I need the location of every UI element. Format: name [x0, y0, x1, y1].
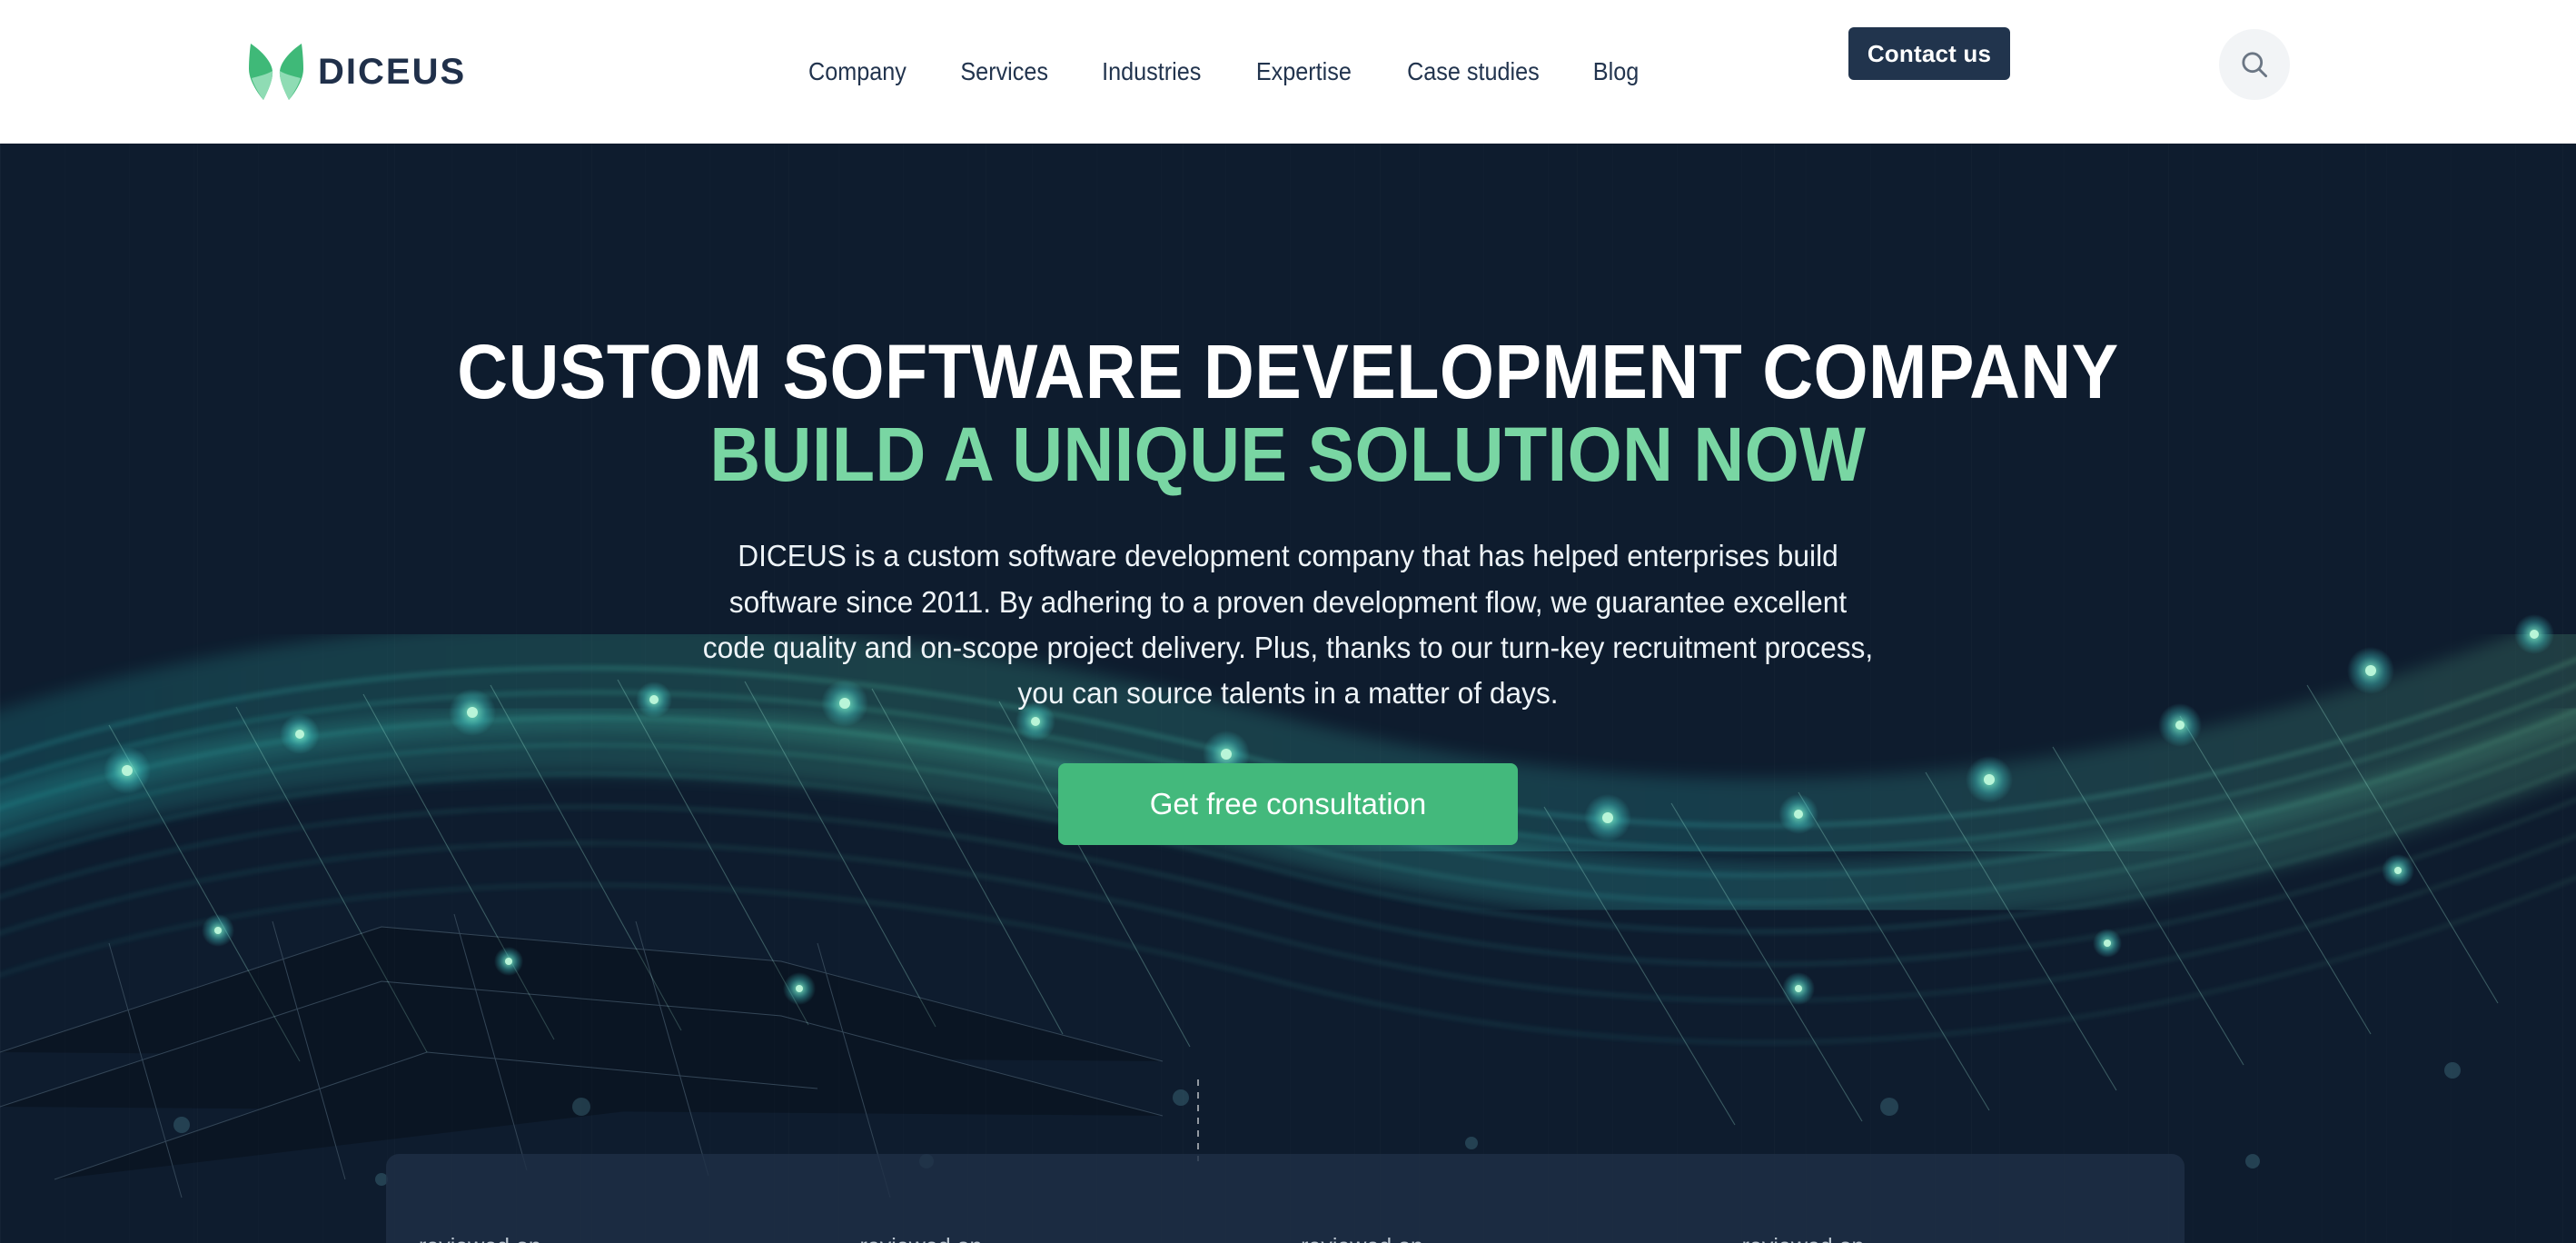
logo[interactable]: DICEUS — [247, 42, 466, 102]
contact-us-button[interactable]: Contact us — [1848, 27, 2010, 80]
hero-title-line2: BUILD A UNIQUE SOLUTION NOW — [709, 411, 1867, 497]
reviewed-on-label: reviewed on — [860, 1235, 985, 1243]
scroll-indicator-line — [1197, 1079, 1199, 1161]
page-title: CUSTOM SOFTWARE DEVELOPMENT COMPANY BUIL… — [103, 331, 2472, 495]
nav-item-blog[interactable]: Blog — [1573, 57, 1659, 86]
nav-item-company[interactable]: Company — [788, 57, 926, 86]
review-badge-google[interactable]: reviewed on Google 4.7/5 26 reviews — [1268, 1235, 1709, 1243]
main-navigation: Company Services Industries Expertise Ca… — [781, 57, 1663, 86]
nav-item-services[interactable]: Services — [941, 57, 1068, 86]
review-badge-goodfirms[interactable]: reviewed on GoodFirms 5.0/5 26 reviews — [1709, 1235, 2185, 1243]
hero-content: CUSTOM SOFTWARE DEVELOPMENT COMPANY BUIL… — [0, 144, 2576, 846]
nav-item-expertise[interactable]: Expertise — [1236, 57, 1371, 86]
diceus-butterfly-logo-icon — [249, 44, 303, 100]
nav-item-case-studies[interactable]: Case studies — [1388, 57, 1560, 86]
get-free-consultation-button[interactable]: Get free consultation — [1058, 763, 1518, 846]
search-button[interactable] — [2219, 29, 2290, 100]
logo-text: DICEUS — [318, 51, 467, 92]
reviewed-on-label: reviewed on — [419, 1235, 563, 1243]
review-badge-clutch[interactable]: reviewed on Clutch 4.9/5 46 reviews — [827, 1235, 1269, 1243]
reviews-bar: reviewed on Gartner 5.0/5 2 reviews — [386, 1154, 2185, 1243]
hero-description: DICEUS is a custom software development … — [702, 539, 1874, 710]
review-badge-gartner[interactable]: reviewed on Gartner 5.0/5 2 reviews — [386, 1235, 827, 1243]
search-icon — [2242, 52, 2268, 78]
nav-item-industries[interactable]: Industries — [1083, 57, 1221, 86]
hero-title-line1: CUSTOM SOFTWARE DEVELOPMENT COMPANY — [457, 329, 2119, 414]
reviewed-on-label: reviewed on — [1742, 1235, 2000, 1243]
site-header: DICEUS Company Services Industries Exper… — [0, 0, 2576, 144]
hero-section: CUSTOM SOFTWARE DEVELOPMENT COMPANY BUIL… — [0, 144, 2576, 1243]
reviewed-on-label: reviewed on — [1301, 1235, 1439, 1243]
